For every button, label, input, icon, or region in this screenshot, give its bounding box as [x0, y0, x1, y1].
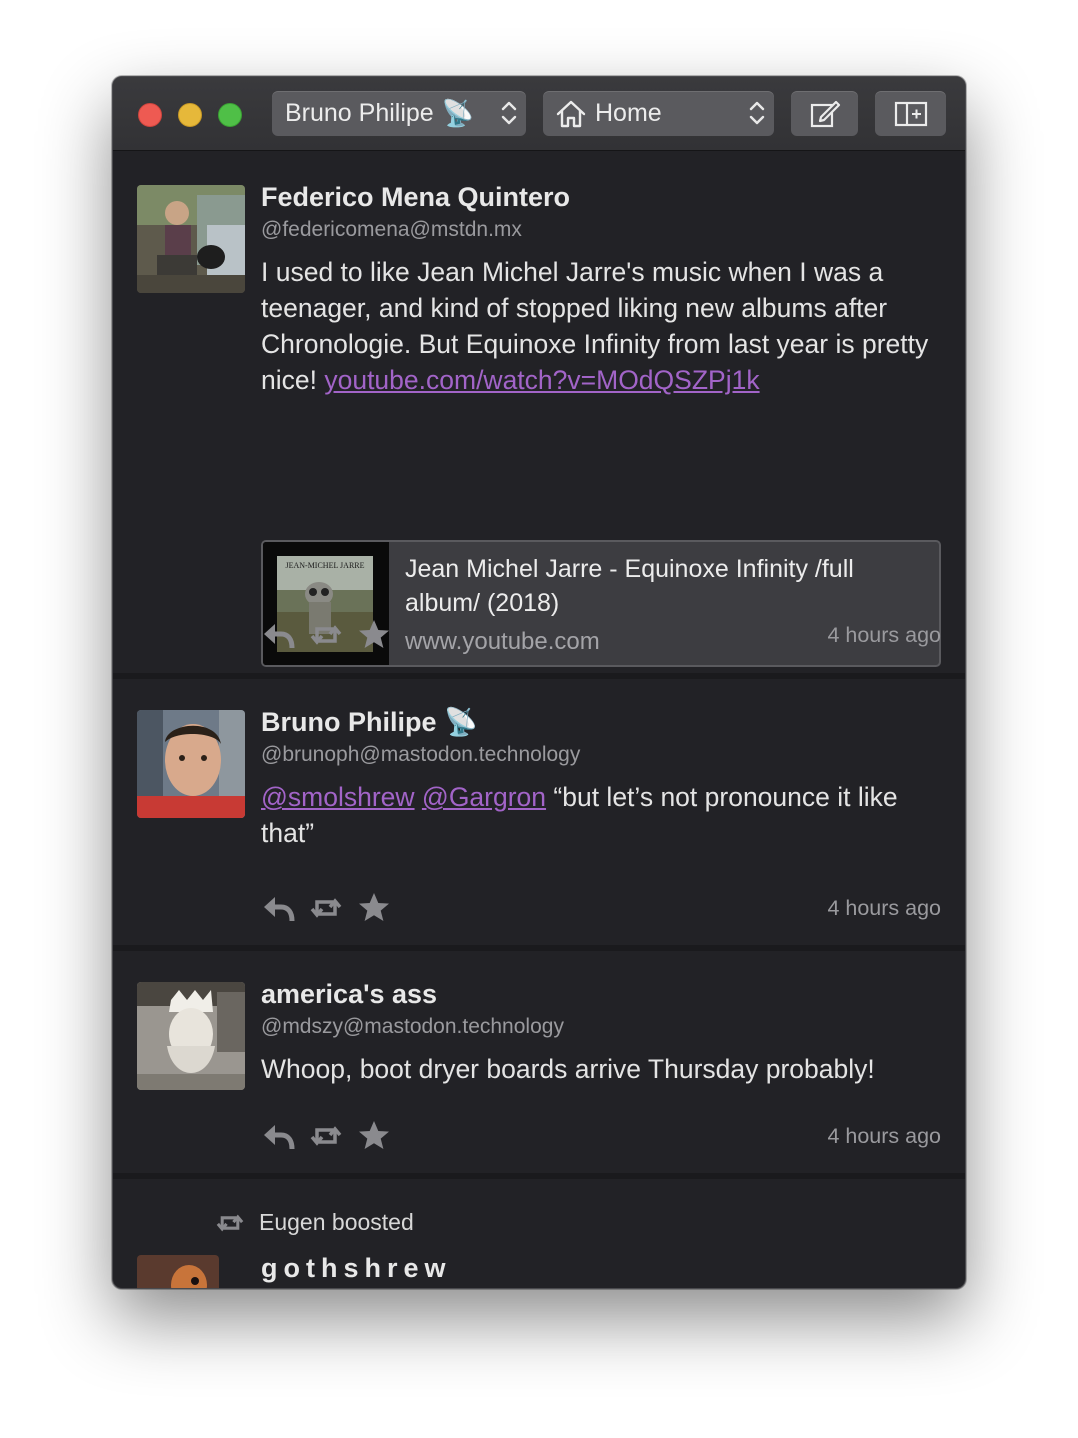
favourite-icon[interactable]	[357, 891, 391, 925]
status-content: Whoop, boot dryer boards arrive Thursday…	[261, 1054, 875, 1084]
zoom-window-button[interactable]	[218, 103, 242, 127]
account-handle: @brunoph@mastodon.technology	[261, 743, 581, 766]
close-window-button[interactable]	[138, 103, 162, 127]
home-icon	[556, 100, 586, 127]
favourite-icon[interactable]	[357, 618, 391, 652]
status-actions: 4 hours ago	[261, 1116, 941, 1156]
display-name[interactable]: america's ass	[261, 977, 941, 1011]
reply-icon[interactable]	[261, 1119, 295, 1153]
boost-indicator: Eugen boosted	[215, 1209, 414, 1236]
status-timestamp[interactable]: 4 hours ago	[827, 896, 941, 921]
card-title: Jean Michel Jarre - Equinoxe Infinity /f…	[405, 555, 854, 617]
satellite-emoji-icon: 📡	[444, 707, 478, 737]
status-link[interactable]: youtube.com/watch?v=MOdQSZPj1k	[324, 365, 759, 395]
account-handle: @mdszy@mastodon.technology	[261, 1015, 564, 1038]
boost-icon[interactable]	[309, 618, 343, 652]
satellite-emoji-icon: 📡	[441, 98, 475, 128]
boost-icon	[216, 1214, 244, 1231]
display-name[interactable]: Federico Mena Quintero	[261, 180, 941, 214]
reply-icon[interactable]	[261, 891, 295, 925]
timeline[interactable]: Federico Mena Quintero @federicomena@mst…	[113, 152, 965, 1288]
toggle-sidebar-button[interactable]	[875, 91, 946, 136]
status-actions: 4 hours ago	[261, 888, 941, 928]
timeline-label: Home	[595, 99, 662, 127]
card-thumb-caption: JEAN-MICHEL JARRE	[285, 561, 364, 570]
account-handle: @federicomena@mstdn.mx	[261, 218, 522, 241]
status-content: @smolshrew @Gargron “but let’s not prono…	[261, 779, 941, 851]
status-actions: 4 hours ago	[261, 615, 941, 655]
avatar[interactable]	[137, 1255, 219, 1288]
status-item[interactable]: america's ass @mdszy@mastodon.technology…	[113, 951, 965, 1179]
avatar[interactable]	[137, 710, 245, 818]
titlebar: Bruno Philipe 📡 Home	[113, 77, 965, 151]
status-timestamp[interactable]: 4 hours ago	[827, 1124, 941, 1149]
avatar[interactable]	[137, 982, 245, 1090]
mention-link[interactable]: @Gargron	[422, 782, 546, 812]
avatar[interactable]	[137, 185, 245, 293]
display-name-text: Bruno Philipe	[261, 707, 437, 737]
status-content: I used to like Jean Michel Jarre's music…	[261, 254, 941, 398]
boost-icon[interactable]	[309, 891, 343, 925]
chevron-updown-icon	[749, 101, 765, 125]
chevron-updown-icon	[501, 101, 517, 125]
favourite-icon[interactable]	[357, 1119, 391, 1153]
boosted-by-label[interactable]: Eugen boosted	[259, 1209, 414, 1236]
sidebar-icon	[894, 101, 927, 126]
status-item[interactable]: Bruno Philipe 📡 @brunoph@mastodon.techno…	[113, 679, 965, 951]
display-name[interactable]: gothshrew	[261, 1253, 452, 1284]
boost-icon[interactable]	[309, 1119, 343, 1153]
timeline-selector[interactable]: Home	[543, 91, 774, 136]
status-item[interactable]: Federico Mena Quintero @federicomena@mst…	[113, 152, 965, 679]
display-name[interactable]: Bruno Philipe 📡	[261, 705, 941, 739]
account-name: Bruno Philipe	[285, 99, 434, 127]
status-timestamp[interactable]: 4 hours ago	[827, 623, 941, 648]
account-selector[interactable]: Bruno Philipe 📡	[272, 91, 526, 136]
reply-icon[interactable]	[261, 618, 295, 652]
status-item[interactable]: Eugen boosted gothshrew	[113, 1179, 965, 1288]
compose-button[interactable]	[791, 91, 858, 136]
mention-link[interactable]: @smolshrew	[261, 782, 415, 812]
minimize-window-button[interactable]	[178, 103, 202, 127]
app-window: Bruno Philipe 📡 Home Federico Mena Quint…	[112, 76, 966, 1289]
compose-icon	[810, 100, 840, 127]
